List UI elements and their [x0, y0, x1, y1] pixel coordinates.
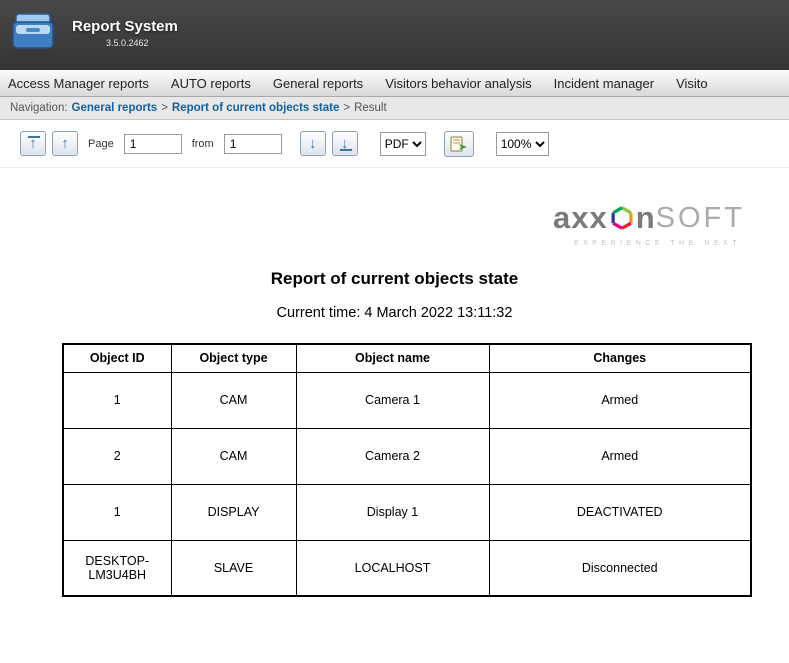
logo-text-axx: axx [553, 200, 608, 236]
table-header-row: Object ID Object type Object name Change… [63, 344, 751, 372]
tab-visitors-behavior-analysis[interactable]: Visitors behavior analysis [385, 76, 531, 91]
table-row: 1 DISPLAY Display 1 DEACTIVATED [63, 484, 751, 540]
first-page-bar-icon [28, 136, 40, 138]
page-label: Page [88, 138, 114, 150]
last-page-button[interactable]: ↓ [332, 131, 358, 156]
last-page-bar-icon [340, 149, 352, 151]
app-title-block: Report System 3.5.0.2462 [72, 8, 178, 48]
cell-object-id: 1 [63, 484, 171, 540]
page-number-input[interactable] [124, 134, 182, 154]
cell-object-name: Camera 2 [296, 428, 489, 484]
previous-page-button[interactable]: ↑ [52, 131, 78, 156]
column-header-changes: Changes [489, 344, 751, 372]
app-version: 3.5.0.2462 [106, 38, 178, 48]
table-row: 2 CAM Camera 2 Armed [63, 428, 751, 484]
cell-object-name: Camera 1 [296, 372, 489, 428]
table-row: 1 CAM Camera 1 Armed [63, 372, 751, 428]
cell-changes: Armed [489, 428, 751, 484]
cell-object-id: DESKTOP-LM3U4BH [63, 540, 171, 596]
report-tabs-bar: Access Manager reports AUTO reports Gene… [0, 70, 789, 97]
tab-auto-reports[interactable]: AUTO reports [171, 76, 251, 91]
app-title: Report System [72, 18, 178, 35]
export-format-select[interactable]: PDF [380, 132, 426, 156]
cell-changes: DEACTIVATED [489, 484, 751, 540]
cell-object-type: DISPLAY [171, 484, 296, 540]
arrow-up-icon: ↑ [29, 136, 37, 151]
column-header-object-type: Object type [171, 344, 296, 372]
cell-object-type: CAM [171, 372, 296, 428]
column-header-object-id: Object ID [63, 344, 171, 372]
logo-text-soft: soft [656, 202, 745, 235]
breadcrumb-link-general-reports[interactable]: General reports [72, 102, 158, 114]
hexagon-logo-icon [609, 205, 635, 231]
breadcrumb-separator: > [343, 102, 350, 114]
cell-object-name: LOCALHOST [296, 540, 489, 596]
objects-state-table: Object ID Object type Object name Change… [62, 343, 752, 597]
export-icon [450, 136, 468, 152]
total-pages-input[interactable] [224, 134, 282, 154]
cell-object-id: 2 [63, 428, 171, 484]
cell-object-type: CAM [171, 428, 296, 484]
from-label: from [192, 138, 214, 150]
export-button[interactable] [444, 131, 474, 157]
cell-changes: Disconnected [489, 540, 751, 596]
next-page-button[interactable]: ↓ [300, 131, 326, 156]
tab-general-reports[interactable]: General reports [273, 76, 363, 91]
zoom-select[interactable]: 100% [496, 132, 549, 156]
tab-visitors-truncated[interactable]: Visito [676, 76, 708, 91]
cell-object-id: 1 [63, 372, 171, 428]
cell-object-type: SLAVE [171, 540, 296, 596]
breadcrumb-separator: > [161, 102, 168, 114]
report-page: axx n soft EXPERIENCE THE NEXT Report of… [0, 168, 789, 663]
breadcrumb-link-report-current-objects-state[interactable]: Report of current objects state [172, 102, 339, 114]
breadcrumb: Navigation: General reports > Report of … [0, 97, 789, 120]
arrow-down-icon: ↓ [309, 136, 317, 151]
first-page-button[interactable]: ↑ [20, 131, 46, 156]
axxonsoft-logo: axx n soft EXPERIENCE THE NEXT [0, 168, 789, 247]
breadcrumb-current-result: Result [354, 102, 387, 114]
column-header-object-name: Object name [296, 344, 489, 372]
logo-tagline: EXPERIENCE THE NEXT [0, 240, 745, 247]
arrow-up-icon: ↑ [61, 136, 69, 151]
tab-access-manager-reports[interactable]: Access Manager reports [8, 76, 149, 91]
tab-incident-manager[interactable]: Incident manager [554, 76, 654, 91]
breadcrumb-prefix: Navigation: [10, 102, 68, 114]
app-window: Report System 3.5.0.2462 Access Manager … [0, 0, 789, 663]
report-toolbar: ↑ ↑ Page from ↓ ↓ PDF [0, 120, 789, 168]
cell-object-name: Display 1 [296, 484, 489, 540]
logo-text-n: n [636, 200, 656, 236]
report-system-icon [10, 8, 62, 56]
cell-changes: Armed [489, 372, 751, 428]
app-header: Report System 3.5.0.2462 [0, 0, 789, 70]
table-row: DESKTOP-LM3U4BH SLAVE LOCALHOST Disconne… [63, 540, 751, 596]
report-title: Report of current objects state [0, 269, 789, 289]
report-current-time: Current time: 4 March 2022 13:11:32 [0, 305, 789, 321]
